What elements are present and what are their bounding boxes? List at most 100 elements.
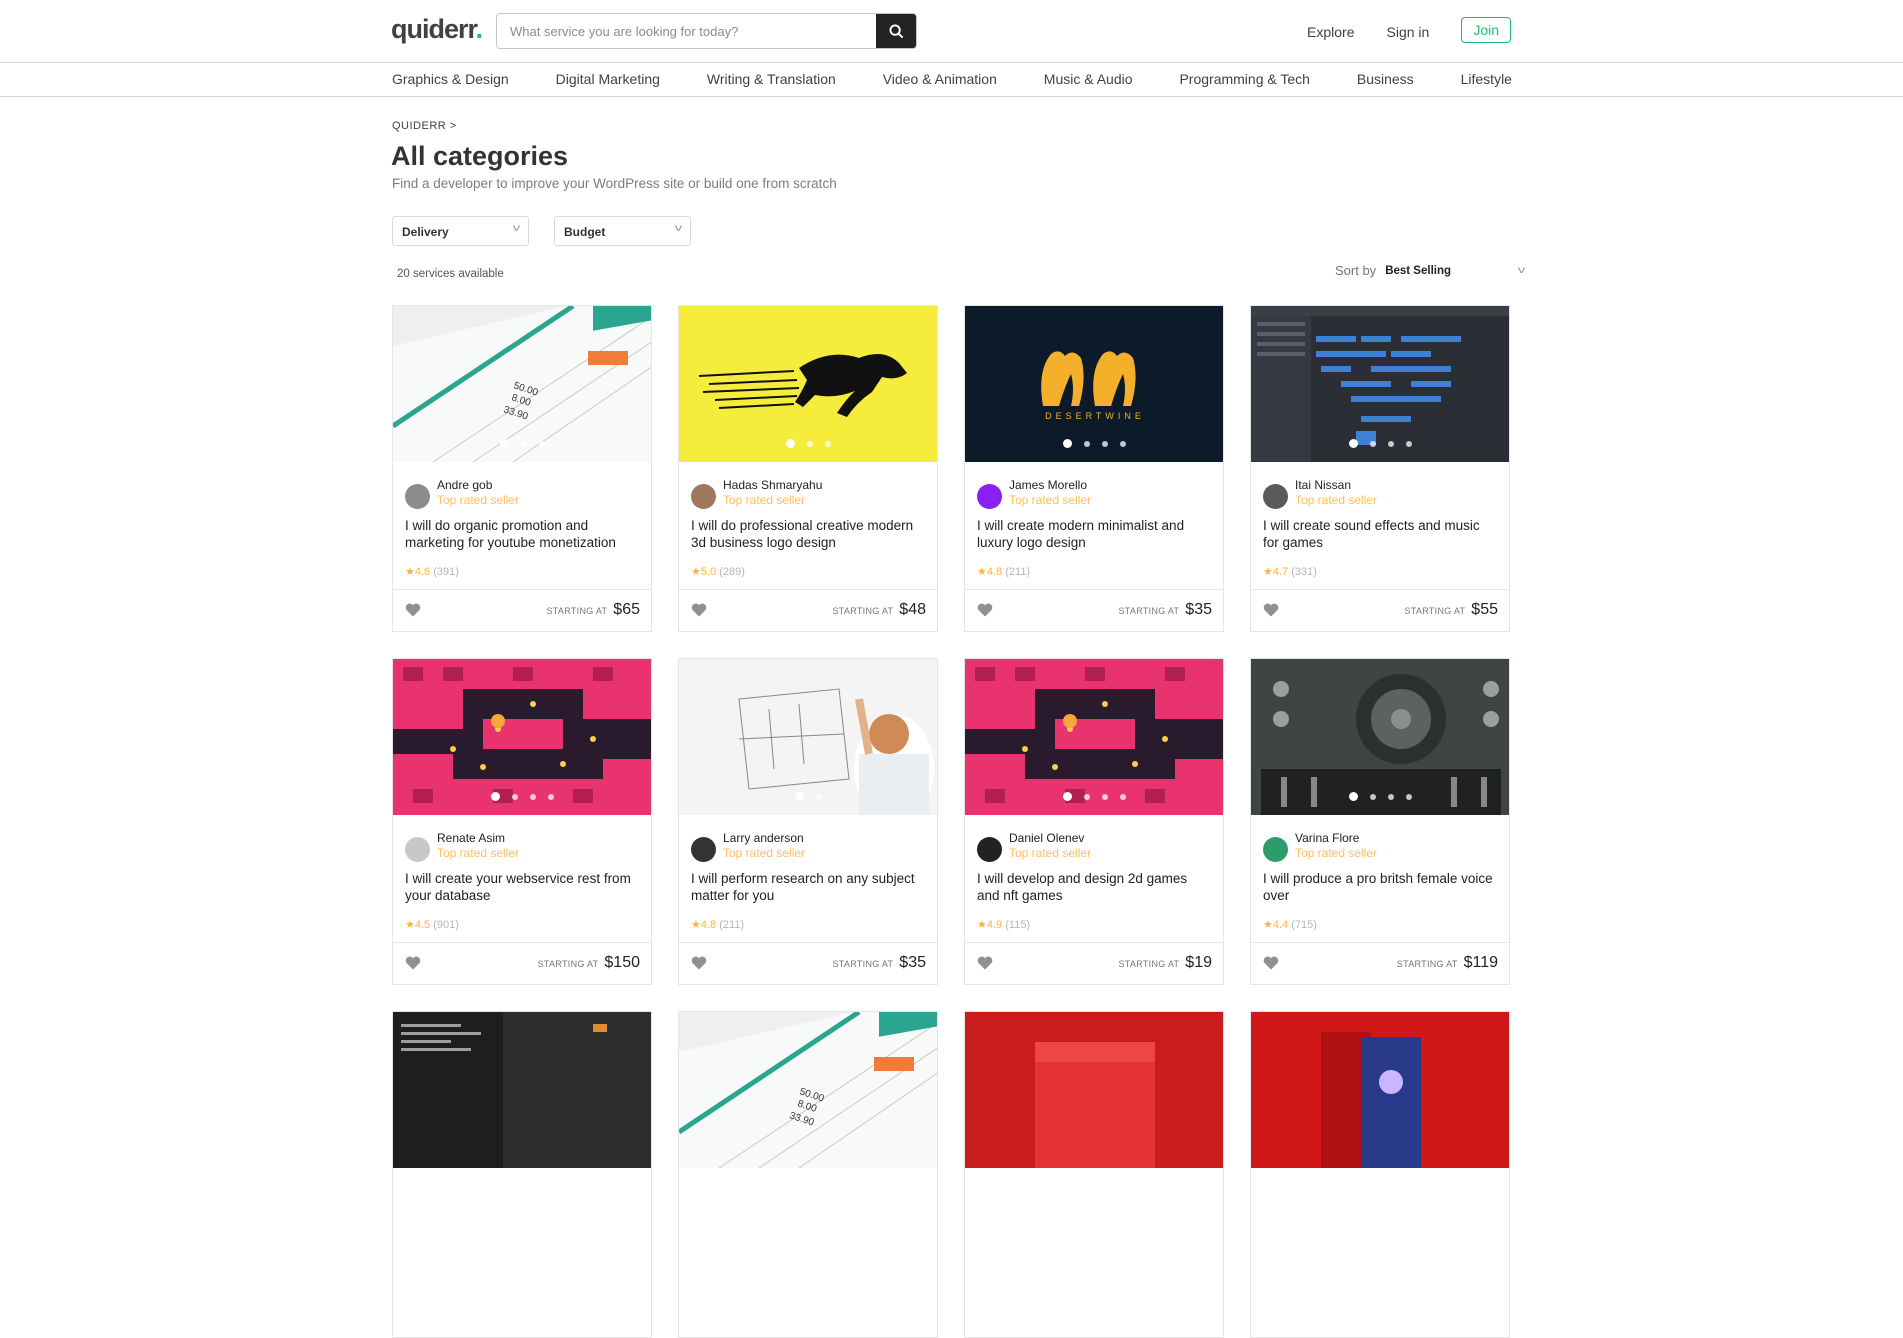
category-business[interactable]: Business (1357, 71, 1414, 87)
breadcrumb[interactable]: QUIDERR > (392, 120, 457, 132)
seller-name[interactable]: Varina Flore (1295, 831, 1359, 845)
avatar[interactable] (405, 484, 430, 509)
carousel-dot[interactable] (1101, 793, 1108, 800)
avatar[interactable] (691, 484, 716, 509)
gig-title[interactable]: I will create sound effects and music fo… (1263, 517, 1495, 551)
gig-thumbnail[interactable] (965, 659, 1223, 815)
gig-card[interactable] (964, 1011, 1224, 1338)
heart-icon[interactable] (1263, 603, 1279, 617)
carousel-dot[interactable] (1405, 440, 1412, 447)
gig-thumbnail[interactable] (393, 1012, 651, 1168)
gig-card[interactable]: 50.00 8.00 33.90 Andre gob Top rated selle… (392, 305, 652, 632)
gig-card[interactable] (392, 1011, 652, 1338)
gig-thumbnail[interactable] (679, 659, 937, 815)
seller-name[interactable]: Hadas Shmaryahu (723, 478, 822, 492)
carousel-dot[interactable] (490, 792, 500, 801)
heart-icon[interactable] (1263, 956, 1279, 970)
category-writing-translation[interactable]: Writing & Translation (707, 71, 836, 87)
gig-card[interactable]: Varina Flore Top rated seller I will pro… (1250, 658, 1510, 985)
gig-card[interactable]: Itai Nissan Top rated seller I will crea… (1250, 305, 1510, 632)
gig-thumbnail[interactable]: 50.00 8.00 33.90 (393, 306, 651, 462)
carousel-dot[interactable] (1083, 793, 1090, 800)
category-lifestyle[interactable]: Lifestyle (1461, 71, 1512, 87)
gig-title[interactable]: I will create your webservice rest from … (405, 870, 637, 904)
gig-title[interactable]: I will create modern minimalist and luxu… (977, 517, 1209, 551)
carousel-dot[interactable] (499, 439, 509, 448)
carousel-dot[interactable] (1369, 440, 1376, 447)
gig-title[interactable]: I will produce a pro britsh female voice… (1263, 870, 1495, 904)
gig-thumbnail[interactable]: 50.00 8.00 33.90 (679, 1012, 937, 1168)
carousel-dot[interactable] (1387, 440, 1394, 447)
carousel-dot[interactable] (1119, 793, 1126, 800)
gig-title[interactable]: I will do organic promotion and marketin… (405, 517, 637, 551)
gig-card[interactable]: Renate Asim Top rated seller I will crea… (392, 658, 652, 985)
carousel-dot[interactable] (1101, 440, 1108, 447)
avatar[interactable] (691, 837, 716, 862)
gig-title[interactable]: I will do professional creative modern 3… (691, 517, 923, 551)
carousel-dot[interactable] (1348, 792, 1358, 801)
brand-logo[interactable]: quiderr. (391, 14, 483, 45)
avatar[interactable] (977, 484, 1002, 509)
heart-icon[interactable] (977, 956, 993, 970)
carousel-dot[interactable] (1083, 440, 1090, 447)
carousel-dot[interactable] (547, 793, 554, 800)
gig-thumbnail[interactable] (1251, 306, 1509, 462)
seller-name[interactable]: Daniel Olenev (1009, 831, 1084, 845)
heart-icon[interactable] (405, 603, 421, 617)
gig-thumbnail[interactable] (393, 659, 651, 815)
seller-name[interactable]: Andre gob (437, 478, 492, 492)
gig-card[interactable]: Hadas Shmaryahu Top rated seller I will … (678, 305, 938, 632)
explore-link[interactable]: Explore (1307, 24, 1354, 40)
gig-thumbnail[interactable] (965, 1012, 1223, 1168)
carousel-dot[interactable] (806, 440, 813, 447)
category-video-animation[interactable]: Video & Animation (883, 71, 997, 87)
gig-title[interactable]: I will perform research on any subject m… (691, 870, 923, 904)
gig-card[interactable]: 50.00 8.00 33.90 (678, 1011, 938, 1338)
carousel-dot[interactable] (1405, 793, 1412, 800)
gig-card[interactable]: DESERTWINE James Morello Top rated selle… (964, 305, 1224, 632)
search-input[interactable] (497, 14, 876, 48)
carousel-dot[interactable] (520, 440, 527, 447)
carousel-dot[interactable] (1348, 439, 1358, 448)
heart-icon[interactable] (691, 956, 707, 970)
heart-icon[interactable] (691, 603, 707, 617)
gig-card[interactable]: Larry anderson Top rated seller I will p… (678, 658, 938, 985)
avatar[interactable] (405, 837, 430, 862)
heart-icon[interactable] (977, 603, 993, 617)
carousel-dot[interactable] (511, 793, 518, 800)
gig-thumbnail[interactable] (1251, 659, 1509, 815)
category-graphics-design[interactable]: Graphics & Design (392, 71, 509, 87)
budget-filter[interactable]: Budget v (554, 216, 691, 246)
carousel-dot[interactable] (785, 439, 795, 448)
gig-card[interactable] (1250, 1011, 1510, 1338)
carousel-dot[interactable] (1369, 793, 1376, 800)
gig-thumbnail[interactable] (1251, 1012, 1509, 1168)
carousel-dot[interactable] (815, 793, 822, 800)
carousel-dot[interactable] (1062, 792, 1072, 801)
search-button[interactable] (876, 14, 916, 48)
carousel-dot[interactable] (529, 793, 536, 800)
seller-name[interactable]: James Morello (1009, 478, 1087, 492)
sort-control[interactable]: Sort by Best Selling v (1335, 263, 1525, 278)
category-programming-tech[interactable]: Programming & Tech (1179, 71, 1309, 87)
avatar[interactable] (977, 837, 1002, 862)
gig-thumbnail[interactable] (679, 306, 937, 462)
heart-icon[interactable] (405, 956, 421, 970)
carousel-dot[interactable] (1387, 793, 1394, 800)
carousel-dot[interactable] (824, 440, 831, 447)
category-music-audio[interactable]: Music & Audio (1044, 71, 1133, 87)
avatar[interactable] (1263, 484, 1288, 509)
seller-name[interactable]: Renate Asim (437, 831, 505, 845)
seller-name[interactable]: Itai Nissan (1295, 478, 1351, 492)
category-digital-marketing[interactable]: Digital Marketing (556, 71, 660, 87)
carousel-dot[interactable] (1062, 439, 1072, 448)
carousel-dot[interactable] (538, 440, 545, 447)
delivery-filter[interactable]: Delivery v (392, 216, 529, 246)
join-button[interactable]: Join (1461, 17, 1511, 43)
carousel-dot[interactable] (1119, 440, 1126, 447)
gig-thumbnail[interactable]: DESERTWINE (965, 306, 1223, 462)
carousel-dot[interactable] (794, 792, 804, 801)
signin-link[interactable]: Sign in (1387, 24, 1430, 40)
seller-name[interactable]: Larry anderson (723, 831, 804, 845)
gig-card[interactable]: Daniel Olenev Top rated seller I will de… (964, 658, 1224, 985)
